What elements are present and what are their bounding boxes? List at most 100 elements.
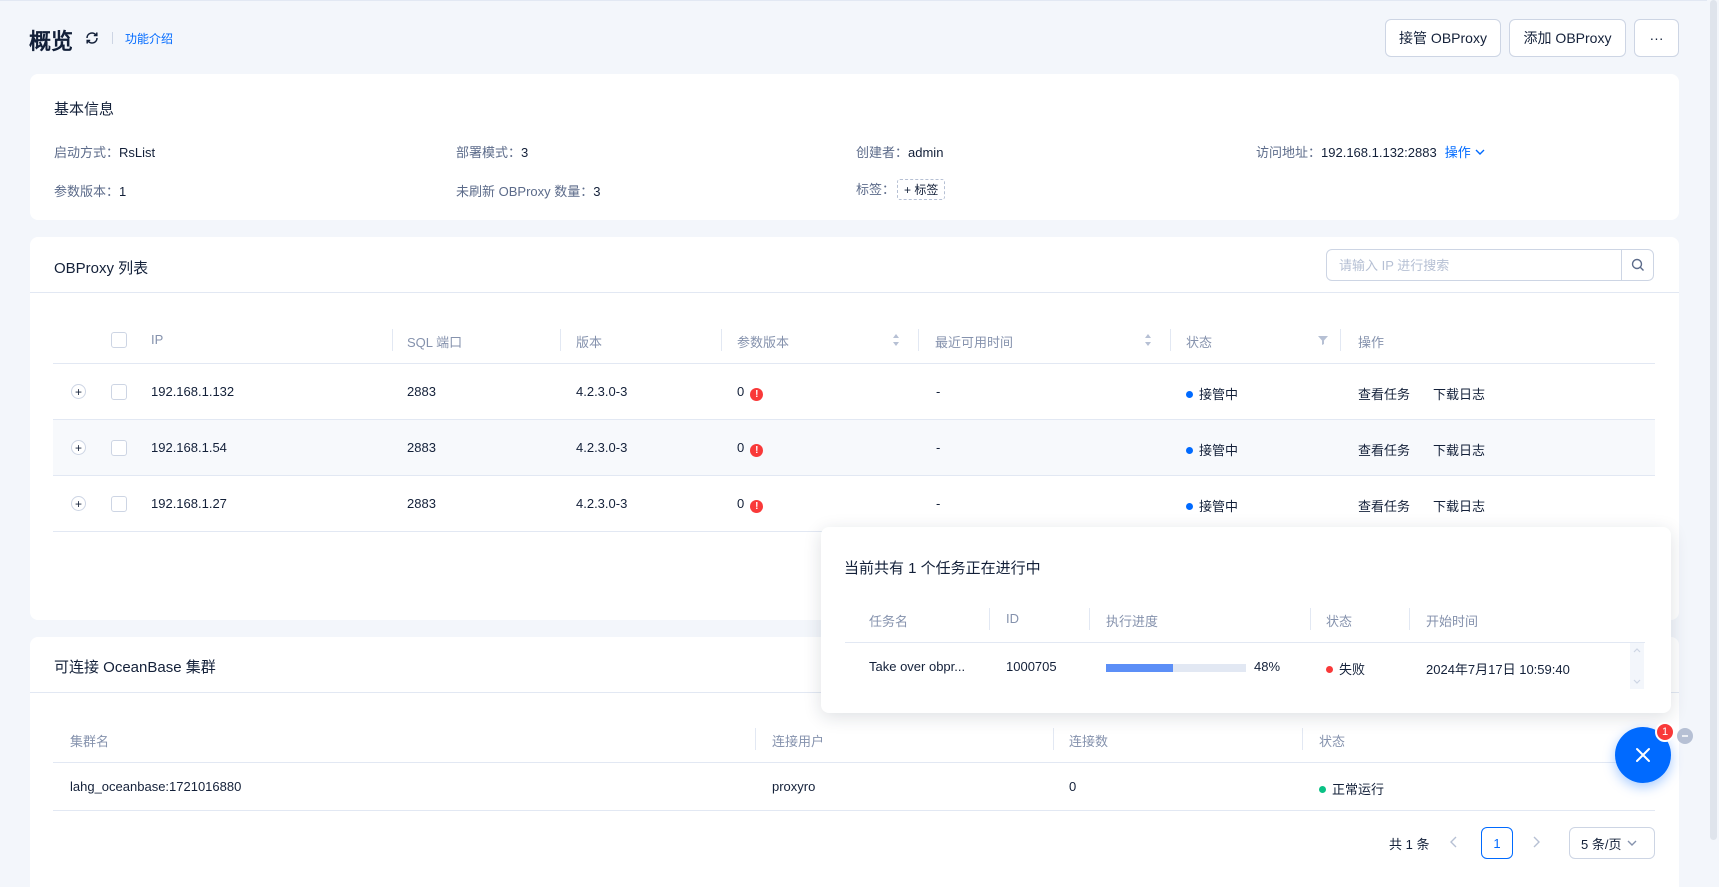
address-info: 访问地址：192.168.1.132:2883 操作 (1256, 142, 1486, 161)
expand-row-button[interactable]: + (71, 440, 86, 455)
address-action-label: 操作 (1444, 145, 1471, 160)
status-text: 接管中 (1199, 387, 1239, 402)
row-divider (53, 810, 1655, 811)
cell-last-available: - (936, 440, 941, 455)
status-dot-icon (1186, 447, 1193, 454)
cell-status: 接管中 (1186, 496, 1238, 515)
task-id: 1000705 (1006, 659, 1057, 674)
param-version-info: 参数版本：1 (54, 181, 126, 200)
row-checkbox[interactable] (111, 384, 127, 400)
status-dot-icon (1319, 786, 1326, 793)
task-list-scrollbar[interactable] (1630, 643, 1644, 689)
feature-intro-link[interactable]: 功能介绍 (125, 30, 173, 47)
cell-version: 4.2.3.0-3 (576, 496, 628, 511)
next-page-button[interactable] (1531, 836, 1541, 851)
minus-icon (1682, 735, 1688, 737)
task-progress-label: 48% (1254, 659, 1281, 674)
col-task-id: ID (1006, 611, 1019, 626)
download-log-link[interactable]: 下载日志 (1433, 496, 1485, 515)
deploy-mode-value: 3 (521, 145, 529, 160)
column-separator (918, 329, 919, 351)
row-checkbox[interactable] (111, 440, 127, 456)
column-separator (1302, 728, 1303, 750)
download-log-link[interactable]: 下载日志 (1433, 440, 1485, 459)
status-text: 接管中 (1199, 499, 1239, 514)
cell-param-version: 0! (737, 440, 764, 457)
search-button[interactable] (1621, 250, 1653, 280)
col-version: 版本 (576, 335, 603, 350)
unrefreshed-info: 未刷新 OBProxy 数量：3 (456, 181, 600, 200)
refresh-icon[interactable] (84, 30, 100, 46)
cell-status: 接管中 (1186, 384, 1238, 403)
takeover-obproxy-button[interactable]: 接管 OBProxy (1385, 19, 1501, 57)
task-count-badge: 1 (1655, 722, 1675, 742)
more-actions-button[interactable]: ··· (1634, 19, 1679, 57)
sort-icon[interactable] (892, 333, 900, 347)
cell-ip: 192.168.1.54 (151, 440, 227, 455)
col-task-progress: 执行进度 (1106, 614, 1159, 629)
cell-port: 2883 (407, 384, 436, 399)
table-row (53, 476, 1655, 532)
cell-version: 4.2.3.0-3 (576, 384, 628, 399)
add-obproxy-button[interactable]: 添加 OBProxy (1509, 19, 1626, 57)
task-popover-title: 当前共有 1 个任务正在进行中 (844, 560, 1041, 577)
status-text: 接管中 (1199, 443, 1239, 458)
status-dot-icon (1186, 503, 1193, 510)
row-checkbox[interactable] (111, 496, 127, 512)
cell-port: 2883 (407, 440, 436, 455)
column-separator (989, 608, 990, 630)
table-row (53, 420, 1655, 476)
view-task-link[interactable]: 查看任务 (1358, 384, 1410, 403)
plus-icon: + (904, 183, 915, 197)
col-last-available[interactable]: 最近可用时间 (935, 332, 1013, 351)
cell-ip: 192.168.1.27 (151, 496, 227, 511)
start-mode-value: RsList (119, 145, 156, 160)
column-separator (721, 329, 722, 351)
address-action-dropdown[interactable]: 操作 (1445, 145, 1486, 160)
cell-last-available: - (936, 384, 941, 399)
page-scrollbar-thumb[interactable] (1710, 0, 1717, 840)
filter-icon[interactable] (1317, 334, 1329, 346)
pagination-total: 共 1 条 (1389, 837, 1430, 852)
expand-row-button[interactable]: + (71, 496, 86, 511)
deploy-mode-info: 部署模式：3 (456, 142, 528, 161)
unrefreshed-label: 未刷新 OBProxy 数量： (456, 184, 594, 199)
select-all-checkbox[interactable] (111, 332, 127, 348)
column-separator (1053, 728, 1054, 750)
param-version-value: 0 (737, 496, 745, 511)
task-name-link[interactable]: Take over obpr... (869, 659, 965, 674)
warning-icon[interactable]: ! (750, 500, 764, 513)
col-actions: 操作 (1358, 335, 1385, 350)
column-separator (560, 329, 561, 351)
col-cluster-status: 状态 (1319, 734, 1346, 749)
task-start-time: 2024年7月17日 10:59:40 (1426, 662, 1570, 677)
param-version-value: 0 (737, 440, 745, 455)
creator-info: 创建者：admin (856, 142, 943, 161)
column-separator (1340, 329, 1341, 351)
task-status-text: 失败 (1339, 662, 1366, 677)
cluster-name-link[interactable]: lahg_oceanbase:1721016880 (70, 779, 241, 794)
prev-page-button[interactable] (1449, 836, 1459, 851)
col-param-version[interactable]: 参数版本 (737, 332, 789, 351)
page-size-value: 5 条/页 (1581, 836, 1622, 852)
unrefreshed-value: 3 (593, 184, 601, 199)
download-log-link[interactable]: 下载日志 (1433, 384, 1485, 403)
deploy-mode-label: 部署模式： (456, 145, 522, 160)
page-size-select[interactable]: 5 条/页 (1569, 827, 1655, 859)
sort-icon[interactable] (1144, 333, 1152, 347)
collapse-button[interactable] (1677, 728, 1693, 744)
page-button-1[interactable]: 1 (1481, 827, 1513, 859)
ip-search-input[interactable] (1327, 250, 1623, 280)
add-tag-button[interactable]: + 标签 (897, 179, 946, 200)
warning-icon[interactable]: ! (750, 388, 764, 401)
column-separator (1089, 608, 1090, 630)
expand-row-button[interactable]: + (71, 384, 86, 399)
basic-info-card: 基本信息 启动方式：RsList 部署模式：3 创建者：admin 访问地址：1… (30, 74, 1679, 220)
col-connect-user: 连接用户 (772, 734, 825, 749)
warning-icon[interactable]: ! (750, 444, 764, 457)
cell-ip: 192.168.1.132 (151, 384, 235, 399)
view-task-link[interactable]: 查看任务 (1358, 440, 1410, 459)
scroll-arrows-icon (1633, 648, 1641, 684)
view-task-link[interactable]: 查看任务 (1358, 496, 1410, 515)
col-sql-port: SQL 端口 (407, 335, 463, 350)
